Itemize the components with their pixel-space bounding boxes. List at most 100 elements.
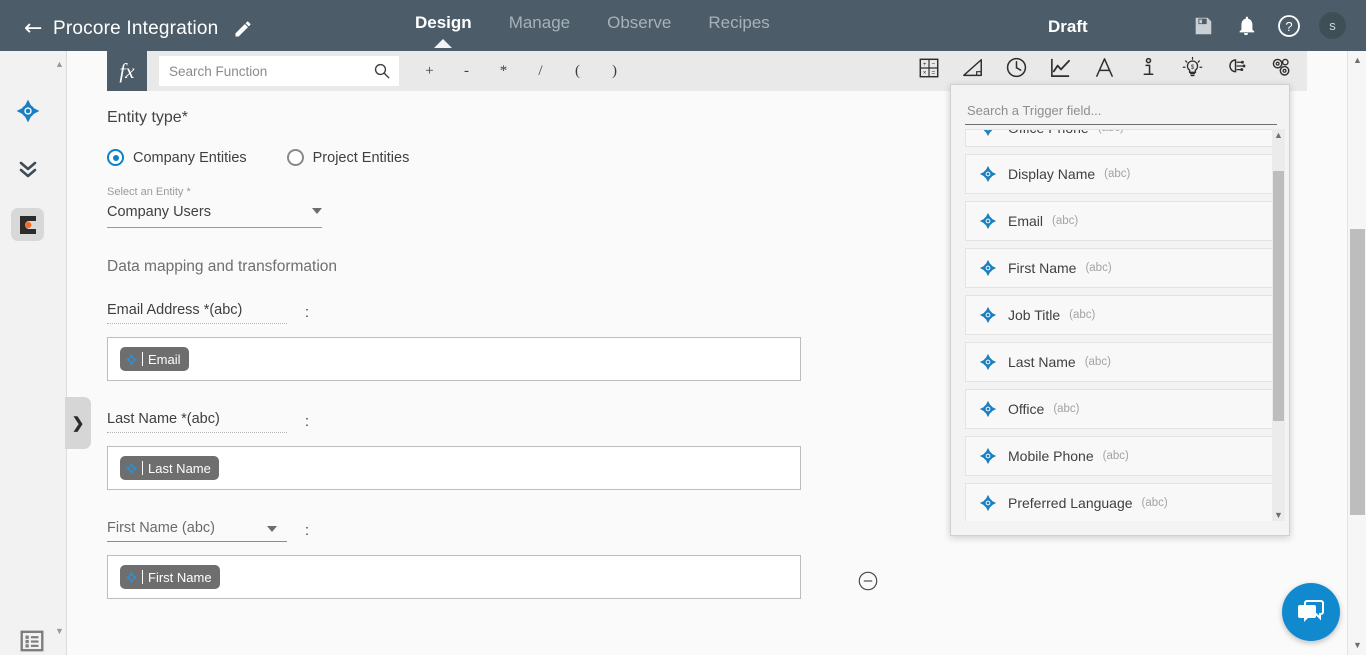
mapping-value-input[interactable]: First Name: [107, 555, 801, 599]
header-actions: ? s: [1190, 12, 1346, 39]
procore-connector-icon: [978, 305, 998, 325]
list-item-label: Office: [1008, 401, 1045, 417]
operator-buttons: + - * / ( ): [411, 63, 633, 80]
radio-dot-icon: [286, 149, 304, 166]
scroll-down-arrow-icon[interactable]: ▼: [1273, 509, 1284, 521]
radio-dot-icon: [107, 149, 124, 166]
trigger-field-list: Office Phone (abc) Display Name (abc) Em…: [965, 129, 1277, 521]
list-item[interactable]: Email (abc): [965, 201, 1277, 241]
help-icon[interactable]: ?: [1276, 13, 1302, 39]
radio-project-entities[interactable]: Project Entities: [286, 149, 409, 166]
mapping-row-last-name: Last Name *(abc) : Last Name: [107, 411, 867, 490]
entity-select-control[interactable]: Company Users: [107, 203, 322, 228]
list-item-type: (abc): [1052, 215, 1079, 227]
mapping-field-select-value: First Name (abc): [107, 520, 215, 536]
token-label: Email: [148, 351, 181, 367]
chevron-down-icon[interactable]: [312, 208, 322, 214]
pencil-icon[interactable]: [233, 19, 253, 39]
token-divider: [142, 352, 143, 366]
list-item[interactable]: Preferred Language (abc): [965, 483, 1277, 521]
scroll-up-arrow-icon[interactable]: ▲: [55, 59, 64, 69]
list-item[interactable]: Mobile Phone (abc): [965, 436, 1277, 476]
operator-paren-close[interactable]: ): [596, 63, 633, 80]
mapping-field-label: Email Address *(abc): [107, 302, 287, 324]
tab-observe[interactable]: Observe: [607, 13, 671, 47]
procore-connector-icon: [978, 164, 998, 184]
save-icon[interactable]: [1190, 13, 1216, 39]
operator-divide[interactable]: /: [522, 63, 559, 80]
clock-icon[interactable]: [1004, 55, 1029, 80]
tab-recipes[interactable]: Recipes: [708, 13, 769, 47]
procore-logo-icon[interactable]: [11, 208, 44, 241]
text-function-icon[interactable]: [1092, 55, 1117, 80]
list-item[interactable]: Office (abc): [965, 389, 1277, 429]
token-pill[interactable]: Email: [120, 347, 189, 371]
svg-text:?: ?: [1285, 19, 1292, 34]
operator-plus[interactable]: +: [411, 63, 448, 80]
token-pill[interactable]: Last Name: [120, 456, 219, 480]
info-function-icon[interactable]: [1136, 55, 1161, 80]
scroll-up-arrow-icon[interactable]: ▲: [1273, 129, 1284, 141]
procore-connector-icon: [978, 211, 998, 231]
mapping-field-select[interactable]: First Name (abc): [107, 520, 287, 542]
calculator-icon[interactable]: + − × =: [916, 55, 941, 80]
double-chevron-down-icon[interactable]: [11, 152, 44, 185]
gears-settings-icon[interactable]: [1268, 55, 1293, 80]
tab-design[interactable]: Design: [415, 13, 472, 47]
trigger-search[interactable]: [965, 97, 1277, 125]
notification-bell-icon[interactable]: [1233, 13, 1259, 39]
left-inner-scrollbar[interactable]: ▲ ▼: [52, 51, 67, 655]
search-input[interactable]: [167, 57, 365, 85]
left-rail: [0, 51, 55, 655]
operator-multiply[interactable]: *: [485, 63, 522, 80]
procore-connector-icon: [124, 461, 139, 476]
operator-paren-open[interactable]: (: [559, 63, 596, 80]
statistics-chart-icon[interactable]: [1048, 55, 1073, 80]
list-item[interactable]: Display Name (abc): [965, 154, 1277, 194]
chevron-down-icon[interactable]: [267, 526, 277, 532]
entity-select-value: Company Users: [107, 204, 211, 220]
function-search[interactable]: [159, 56, 399, 86]
list-item-label: Preferred Language: [1008, 495, 1133, 511]
scrollbar-thumb[interactable]: [1350, 229, 1365, 515]
operator-minus[interactable]: -: [448, 63, 485, 80]
procore-connector-icon[interactable]: [11, 94, 44, 127]
trigonometry-icon[interactable]: [960, 55, 985, 80]
entity-select[interactable]: Select an Entity * Company Users: [107, 186, 322, 228]
list-item-type: (abc): [1141, 497, 1168, 509]
lightbulb-icon[interactable]: $: [1180, 55, 1205, 80]
list-item-type: (abc): [1053, 403, 1080, 415]
token-pill[interactable]: First Name: [120, 565, 220, 589]
procore-connector-icon: [978, 258, 998, 278]
ai-brain-icon[interactable]: [1224, 55, 1249, 80]
scroll-down-arrow-icon[interactable]: ▼: [55, 626, 64, 636]
page-scrollbar[interactable]: ▲ ▼: [1347, 51, 1366, 655]
scrollbar-thumb[interactable]: [1273, 171, 1284, 421]
list-item-label: Job Title: [1008, 307, 1061, 323]
trigger-search-input[interactable]: [965, 97, 1277, 123]
entity-type-radio-group: Company Entities Project Entities: [107, 149, 867, 166]
minus-circle-icon[interactable]: [857, 570, 879, 592]
scroll-down-arrow-icon[interactable]: ▼: [1352, 640, 1363, 651]
list-item[interactable]: Job Title (abc): [965, 295, 1277, 335]
svg-text:+: +: [922, 61, 926, 68]
list-view-icon[interactable]: [19, 628, 45, 654]
radio-company-entities[interactable]: Company Entities: [107, 149, 247, 166]
list-item-type: (abc): [1102, 450, 1129, 462]
procore-connector-icon: [978, 399, 998, 419]
formula-tool-buttons: + − × = $: [916, 55, 1293, 80]
trigger-list-scrollbar[interactable]: ▲ ▼: [1272, 129, 1285, 521]
magnifier-icon[interactable]: [373, 62, 391, 80]
avatar[interactable]: s: [1319, 12, 1346, 39]
list-item[interactable]: Office Phone (abc): [965, 129, 1277, 147]
list-item[interactable]: First Name (abc): [965, 248, 1277, 288]
list-item[interactable]: Last Name (abc): [965, 342, 1277, 382]
tab-manage[interactable]: Manage: [509, 13, 570, 47]
mapping-value-input[interactable]: Last Name: [107, 446, 801, 490]
back-arrow-icon[interactable]: ←: [24, 18, 42, 40]
panel-collapse-handle[interactable]: ❯: [65, 397, 91, 449]
mapping-value-input[interactable]: Email: [107, 337, 801, 381]
scroll-up-arrow-icon[interactable]: ▲: [1352, 55, 1363, 66]
app-root: ← Procore Integration Design Manage Obse…: [0, 0, 1366, 655]
chat-bubbles-icon[interactable]: [1282, 583, 1340, 641]
